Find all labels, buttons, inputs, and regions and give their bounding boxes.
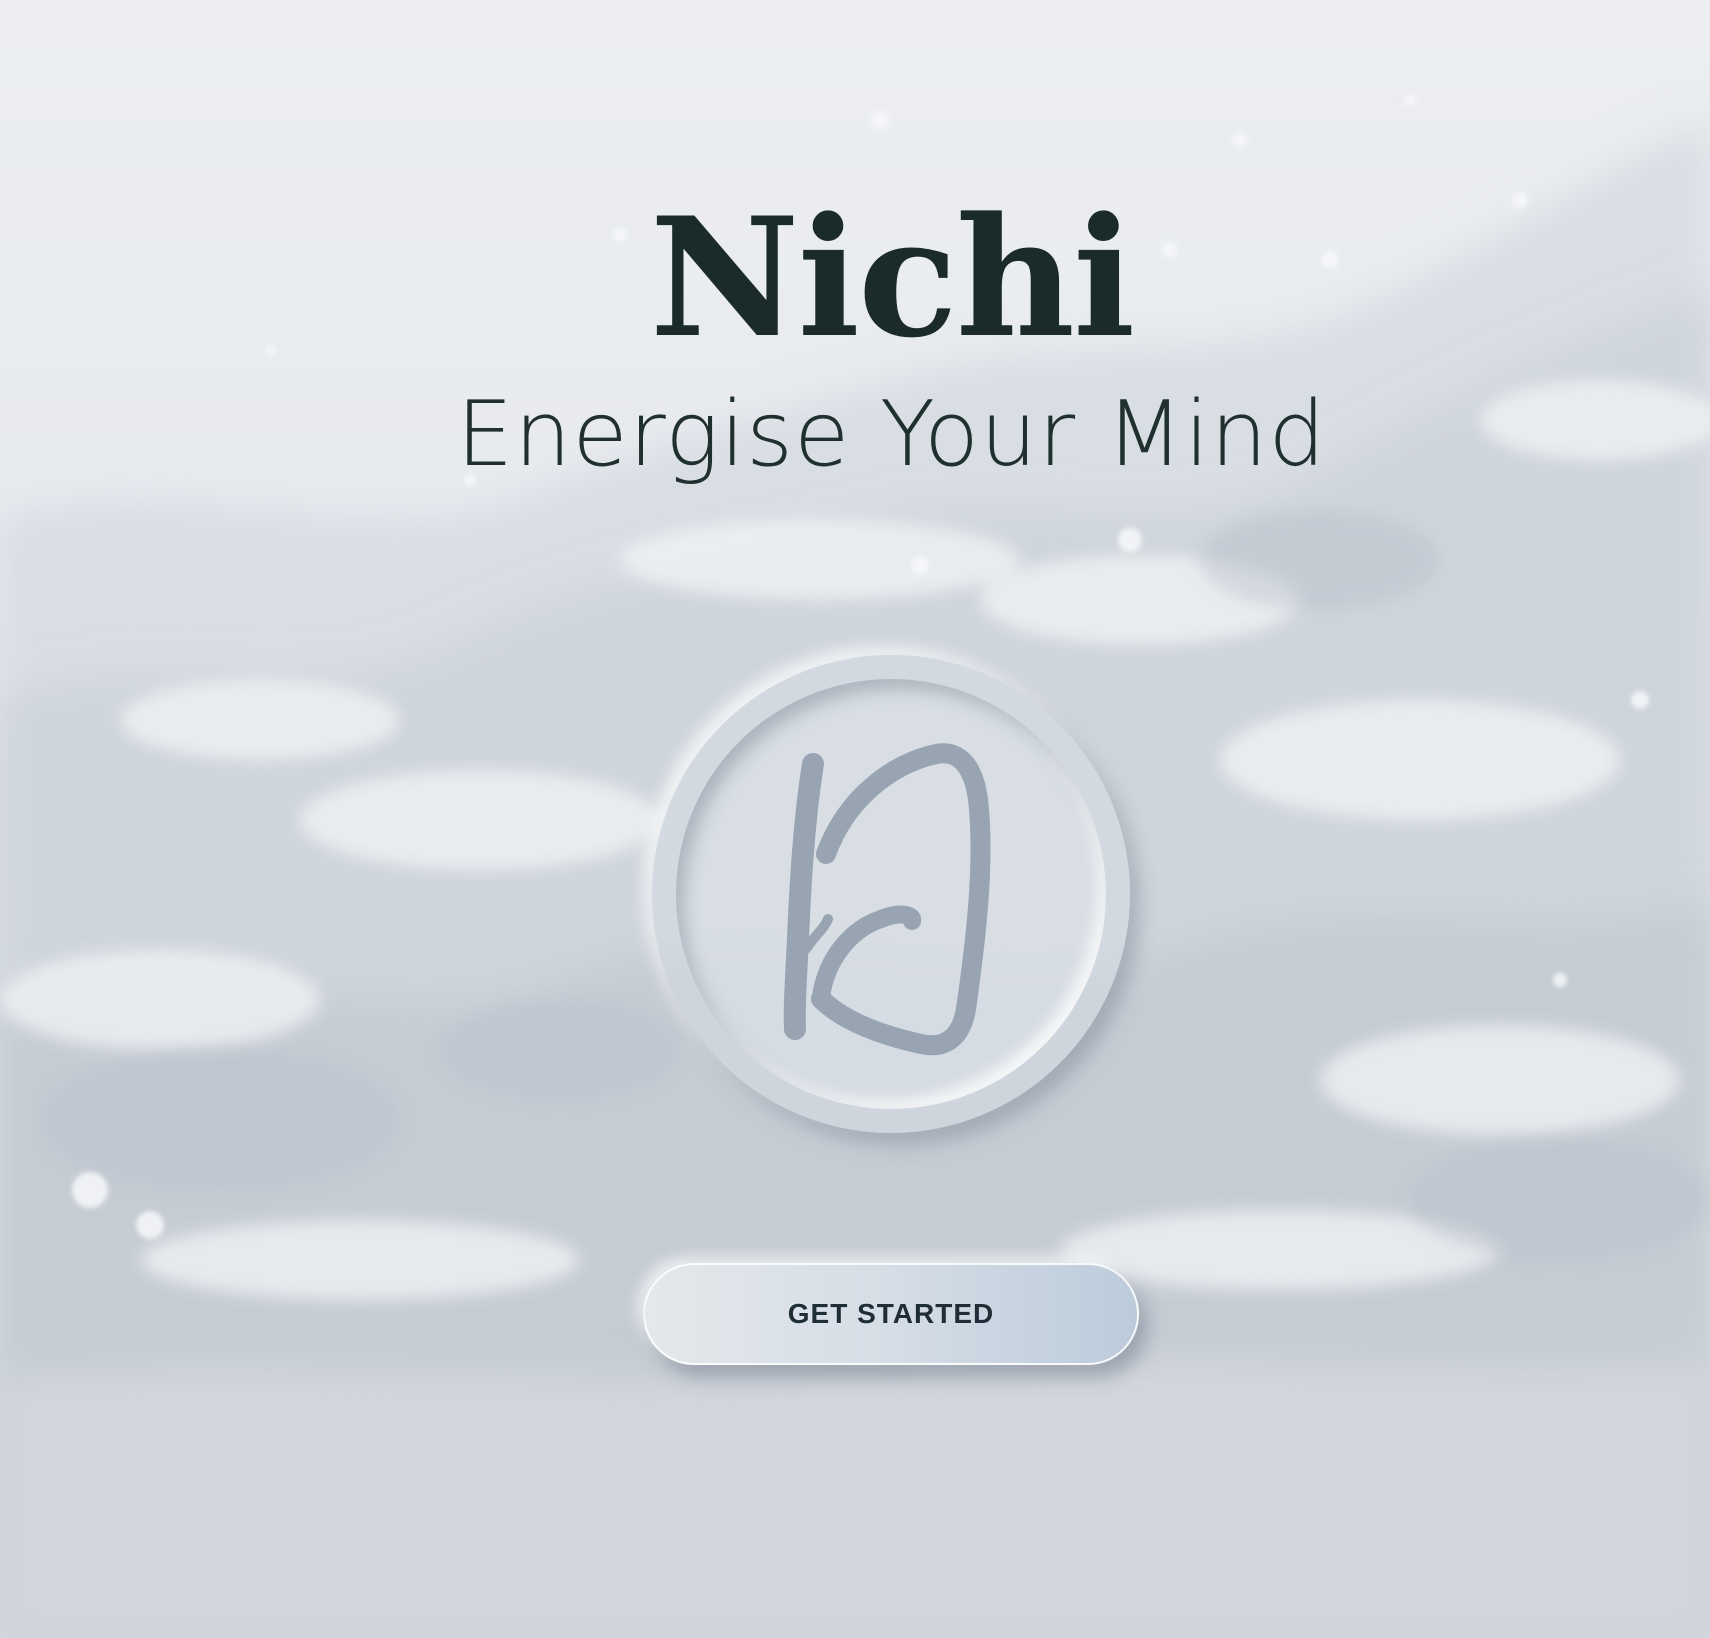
nichi-brush-logo-icon [783, 743, 991, 1056]
app-tagline: Energise Your Mind [456, 382, 1327, 487]
app-title: Nichi [649, 181, 1136, 374]
get-started-button-label: GET STARTED [787, 1298, 995, 1329]
logo-badge-inner [676, 679, 1106, 1109]
get-started-button[interactable]: GET STARTED [643, 1263, 1139, 1365]
logo-badge [652, 655, 1130, 1133]
